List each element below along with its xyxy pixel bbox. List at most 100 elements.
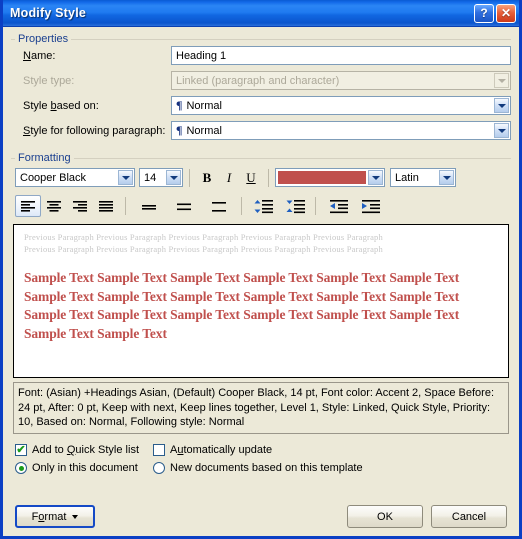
align-center-button[interactable] — [41, 195, 67, 217]
group-divider — [11, 158, 511, 159]
increase-paragraph-spacing-icon — [286, 199, 305, 213]
previous-paragraph-line: Previous Paragraph Previous Paragraph Pr… — [24, 232, 383, 242]
previous-paragraph-line: Previous Paragraph Previous Paragraph Pr… — [24, 244, 383, 254]
sample-text: Sample Text Sample Text Sample Text Samp… — [24, 270, 460, 341]
ok-button[interactable]: OK — [347, 505, 423, 528]
align-justify-icon — [99, 200, 113, 212]
decrease-paragraph-spacing-icon — [254, 199, 273, 213]
options-row-checkboxes: ✔ Add to Quick Style list Automatically … — [15, 441, 519, 459]
new-documents-template-radio[interactable]: New documents based on this template — [153, 462, 363, 474]
underline-button[interactable]: U — [240, 167, 262, 188]
chevron-down-icon[interactable] — [368, 170, 383, 185]
add-to-quick-style-label: Add to Quick Style list — [32, 444, 139, 456]
decrease-indent-icon — [330, 199, 348, 213]
line-spacing-single-button[interactable] — [136, 195, 162, 217]
radio-unselected-icon[interactable] — [153, 462, 165, 474]
group-divider — [11, 39, 511, 40]
increase-indent-icon — [362, 199, 380, 213]
cancel-button[interactable]: Cancel — [431, 505, 507, 528]
chevron-down-icon[interactable] — [494, 123, 509, 138]
italic-button[interactable]: I — [218, 167, 240, 188]
line-spacing-single-icon — [142, 204, 156, 210]
style-type-label: Style type: — [23, 74, 75, 87]
options-section: ✔ Add to Quick Style list Automatically … — [15, 441, 519, 477]
line-spacing-1.5-icon — [177, 203, 191, 210]
font-family-select[interactable]: Cooper Black — [15, 168, 135, 187]
align-center-icon — [47, 200, 61, 212]
increase-indent-button[interactable] — [358, 195, 384, 217]
style-preview: Previous Paragraph Previous Paragraph Pr… — [13, 224, 509, 378]
decrease-indent-button[interactable] — [326, 195, 352, 217]
chevron-down-icon — [72, 514, 79, 519]
font-color-swatch — [278, 171, 366, 184]
line-spacing-1-5-button[interactable] — [171, 195, 197, 217]
name-label: Name: — [23, 49, 56, 62]
style-type-value: Linked (paragraph and character) — [176, 74, 340, 87]
chevron-down-icon[interactable] — [439, 170, 454, 185]
space-after-button[interactable] — [283, 195, 309, 217]
align-left-icon — [21, 200, 35, 212]
chevron-down-icon[interactable] — [494, 98, 509, 113]
style-following-value: Normal — [186, 124, 222, 137]
automatically-update-label: Automatically update — [170, 444, 273, 456]
align-left-button[interactable] — [15, 195, 41, 217]
toolbar-divider — [268, 168, 269, 187]
style-based-on-select[interactable]: ¶ Normal — [171, 96, 511, 115]
bold-button[interactable]: B — [196, 167, 218, 188]
toolbar-divider — [125, 197, 126, 215]
title-bar[interactable]: Modify Style ? ✕ — [3, 0, 519, 27]
dialog-footer: Format OK Cancel — [3, 505, 519, 528]
space-before-button[interactable] — [251, 195, 277, 217]
formatting-toolbar-row-1: Cooper Black 14 B I U Latin — [3, 167, 519, 188]
toolbar-divider — [189, 168, 190, 187]
chevron-down-icon[interactable] — [118, 170, 133, 185]
add-to-quick-style-checkbox[interactable]: ✔ Add to Quick Style list — [15, 444, 153, 456]
options-row-radios: Only in this document New documents base… — [15, 459, 519, 477]
formatting-toolbar-row-2 — [3, 195, 519, 217]
format-button-label: Format — [31, 510, 67, 523]
style-type-row: Style type: Linked (paragraph and charac… — [11, 71, 511, 90]
checkbox-checked-icon[interactable]: ✔ — [15, 444, 27, 456]
script-select[interactable]: Latin — [390, 168, 456, 187]
style-following-label: Style for following paragraph: — [23, 124, 166, 137]
format-button[interactable]: Format — [15, 505, 95, 528]
only-this-document-label: Only in this document — [32, 462, 138, 474]
pilcrow-icon: ¶ — [176, 123, 183, 137]
help-icon[interactable]: ? — [474, 3, 494, 23]
radio-selected-icon[interactable] — [15, 462, 27, 474]
font-family-value: Cooper Black — [20, 171, 87, 184]
formatting-group: Formatting — [11, 152, 511, 164]
properties-legend: Properties — [15, 33, 72, 45]
align-justify-button[interactable] — [93, 195, 119, 217]
font-color-select[interactable] — [275, 168, 385, 187]
align-right-button[interactable] — [67, 195, 93, 217]
line-spacing-double-icon — [212, 201, 226, 212]
pilcrow-icon: ¶ — [176, 98, 183, 112]
script-value: Latin — [395, 171, 419, 184]
window-title: Modify Style — [10, 6, 87, 20]
checkbox-unchecked-icon[interactable] — [153, 444, 165, 456]
new-documents-template-label: New documents based on this template — [170, 462, 363, 474]
style-following-select[interactable]: ¶ Normal — [171, 121, 511, 140]
font-size-select[interactable]: 14 — [139, 168, 183, 187]
style-based-on-label: Style based on: — [23, 99, 99, 112]
style-following-row: Style for following paragraph: ¶ Normal — [11, 121, 511, 140]
toolbar-divider — [241, 197, 242, 215]
style-description: Font: (Asian) +Headings Asian, (Default)… — [13, 382, 509, 434]
properties-group: Properties Name: Heading 1 Style type: L… — [11, 33, 511, 140]
name-value: Heading 1 — [176, 49, 227, 62]
only-this-document-radio[interactable]: Only in this document — [15, 462, 153, 474]
name-input[interactable]: Heading 1 — [171, 46, 511, 65]
chevron-down-icon — [494, 73, 509, 88]
align-right-icon — [73, 200, 87, 212]
formatting-legend: Formatting — [15, 152, 74, 164]
style-type-select: Linked (paragraph and character) — [171, 71, 511, 90]
toolbar-divider — [315, 197, 316, 215]
chevron-down-icon[interactable] — [166, 170, 181, 185]
font-size-value: 14 — [144, 171, 157, 184]
name-row: Name: Heading 1 — [11, 46, 511, 65]
automatically-update-checkbox[interactable]: Automatically update — [153, 444, 272, 456]
line-spacing-double-button[interactable] — [206, 195, 232, 217]
close-icon[interactable]: ✕ — [496, 3, 516, 23]
style-based-on-row: Style based on: ¶ Normal — [11, 96, 511, 115]
